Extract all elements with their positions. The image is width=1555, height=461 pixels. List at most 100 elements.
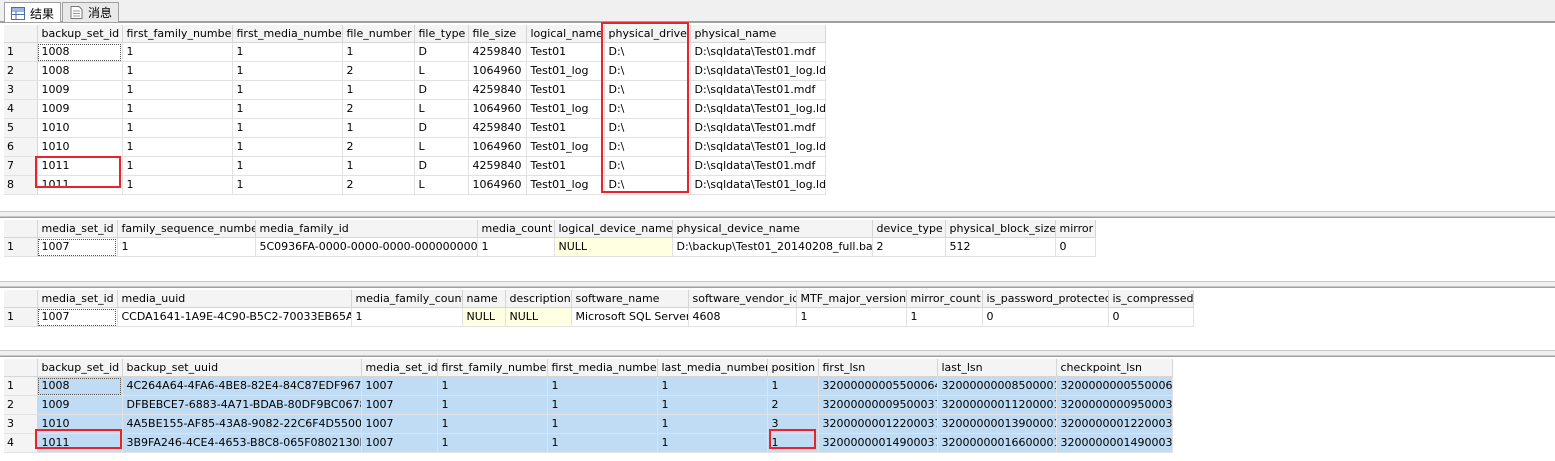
grid-cell[interactable]: 1 — [122, 175, 233, 195]
grid-cell[interactable]: 1 — [232, 61, 343, 81]
grid-cell[interactable]: 32000000009500037 — [818, 395, 938, 415]
grid-cell[interactable]: 1064960 — [468, 137, 527, 157]
column-header-first-family-number[interactable]: first_family_number — [122, 25, 233, 43]
table-row[interactable]: 1 1008 4C264A64-4FA6-4BE8-82E4-84C87EDF967… — [4, 376, 1173, 396]
grid-cell[interactable]: D:\ — [604, 156, 691, 176]
grid-cell[interactable]: D:\sqldata\Test01_log.ldf — [690, 137, 826, 157]
grid-cell[interactable]: 1 — [437, 376, 548, 396]
grid-cell[interactable]: 1 — [342, 118, 415, 138]
grid-cell[interactable]: 1 — [547, 414, 658, 434]
grid-cell[interactable]: 1010 — [37, 137, 123, 157]
grid-cell[interactable]: 2 — [342, 61, 415, 81]
grid-cell[interactable]: D:\backup\Test01_20140208_full.bak — [672, 237, 873, 257]
grid-mediafamily[interactable]: media_set_id family_sequence_number media_… — [4, 220, 1096, 257]
grid-cell[interactable]: 1 — [437, 433, 548, 453]
grid-cell[interactable]: 1 — [767, 433, 819, 453]
grid-cell[interactable]: 1007 — [361, 433, 438, 453]
table-row[interactable]: 5 1010 1 1 1 D 4259840 Test01 D:\ D:\sqldata\Test… — [4, 118, 826, 138]
grid-cell[interactable]: CCDA1641-1A9E-4C90-B5C2-70033EB65ABF — [117, 307, 352, 327]
column-header-file-size[interactable]: file_size — [468, 25, 527, 43]
grid-cell[interactable]: L — [414, 137, 469, 157]
grid-cell[interactable]: NULL — [462, 307, 506, 327]
column-header-media-set-id[interactable]: media_set_id — [37, 290, 118, 308]
grid-cell[interactable]: 1007 — [361, 414, 438, 434]
row-number[interactable]: 3 — [4, 80, 38, 100]
grid-cell[interactable]: Test01 — [526, 80, 605, 100]
row-number[interactable]: 5 — [4, 118, 38, 138]
table-row[interactable]: 4 1011 3B9FA246-4CE4-4653-B8C8-065F0802130… — [4, 433, 1173, 453]
grid-cell[interactable]: 5C0936FA-0000-0000-0000-000000000000 — [255, 237, 478, 257]
grid-backupfile[interactable]: backup_set_id first_family_number first_me… — [4, 25, 826, 195]
column-header-backup-set-id[interactable]: backup_set_id — [37, 359, 123, 377]
grid-cell[interactable]: 1 — [232, 137, 343, 157]
grid-cell[interactable]: 2 — [872, 237, 946, 257]
grid-cell[interactable]: 32000000011200001 — [937, 395, 1057, 415]
tab-results[interactable]: 结果 — [4, 2, 62, 23]
grid-cell[interactable]: 1008 — [37, 42, 123, 62]
grid-cell[interactable]: 1 — [232, 42, 343, 62]
grid-cell[interactable]: Microsoft SQL Server — [571, 307, 689, 327]
grid-cell[interactable]: D:\sqldata\Test01.mdf — [690, 118, 826, 138]
grid-cell[interactable]: D:\sqldata\Test01.mdf — [690, 156, 826, 176]
grid-cell[interactable]: 1 — [122, 99, 233, 119]
table-row[interactable]: 1 1007 1 5C0936FA-0000-0000-0000-0000000000… — [4, 237, 1096, 257]
grid-cell[interactable]: 1008 — [37, 376, 123, 396]
grid-cell[interactable]: 1007 — [361, 395, 438, 415]
grid-cell[interactable]: Test01 — [526, 118, 605, 138]
tab-messages[interactable]: 消息 — [62, 2, 120, 22]
grid-cell[interactable]: 1064960 — [468, 99, 527, 119]
grid-cell[interactable]: D:\sqldata\Test01.mdf — [690, 80, 826, 100]
grid-cell[interactable]: 4608 — [688, 307, 797, 327]
grid-cell[interactable]: 2 — [342, 99, 415, 119]
grid-cell[interactable]: D — [414, 118, 469, 138]
grid-cell[interactable]: DFBEBCE7-6883-4A71-BDAB-80DF9BC0678D — [122, 395, 362, 415]
grid-cell[interactable]: 3B9FA246-4CE4-4653-B8C8-065F0802130F — [122, 433, 362, 453]
column-header-media-family-id[interactable]: media_family_id — [255, 220, 478, 238]
grid-cell[interactable]: 1 — [767, 376, 819, 396]
grid-cell[interactable]: 4259840 — [468, 156, 527, 176]
grid-cell[interactable]: 1 — [342, 80, 415, 100]
grid-cell[interactable]: 4259840 — [468, 80, 527, 100]
table-row[interactable]: 8 1011 1 1 2 L 1064960 Test01_log D:\ D:\sqldata\… — [4, 175, 826, 195]
column-header-mirror[interactable]: mirror — [1055, 220, 1096, 238]
grid-cell[interactable]: 1011 — [37, 433, 123, 453]
grid-cell[interactable]: 1 — [437, 395, 548, 415]
row-number[interactable]: 4 — [4, 99, 38, 119]
grid-cell[interactable]: D:\ — [604, 80, 691, 100]
column-header-backup-set-id[interactable]: backup_set_id — [37, 25, 123, 43]
column-header-name[interactable]: name — [462, 290, 506, 308]
grid-cell[interactable]: Test01 — [526, 156, 605, 176]
column-header-is-password-protected[interactable]: is_password_protected — [982, 290, 1109, 308]
column-header-physical-name[interactable]: physical_name — [690, 25, 826, 43]
row-number[interactable]: 2 — [4, 61, 38, 81]
grid-cell[interactable]: 32000000012200037 — [1056, 414, 1173, 434]
row-number[interactable]: 3 — [4, 414, 38, 434]
grid-cell[interactable]: 32000000013900001 — [937, 414, 1057, 434]
grid-cell[interactable]: 1 — [232, 80, 343, 100]
table-row[interactable]: 1 1007 CCDA1641-1A9E-4C90-B5C2-70033EB65AB… — [4, 307, 1194, 327]
grid-cell[interactable]: D:\ — [604, 42, 691, 62]
grid-cell[interactable]: D:\sqldata\Test01.mdf — [690, 42, 826, 62]
column-header-software-name[interactable]: software_name — [571, 290, 689, 308]
grid-cell[interactable]: 1 — [547, 433, 658, 453]
grid-cell[interactable]: 1 — [122, 42, 233, 62]
table-row[interactable]: 7 1011 1 1 1 D 4259840 Test01 D:\ D:\sqldata\Test… — [4, 156, 826, 176]
grid-cell[interactable]: 1 — [122, 61, 233, 81]
grid-cell[interactable]: D:\sqldata\Test01_log.ldf — [690, 99, 826, 119]
table-row[interactable]: 4 1009 1 1 2 L 1064960 Test01_log D:\ D:\sqldata\… — [4, 99, 826, 119]
row-number[interactable]: 4 — [4, 433, 38, 453]
row-number[interactable]: 1 — [4, 42, 38, 62]
grid-cell[interactable]: Test01 — [526, 42, 605, 62]
column-header-media-set-id[interactable]: media_set_id — [37, 220, 118, 238]
grid-cell[interactable]: D — [414, 156, 469, 176]
grid-cell[interactable]: 2 — [342, 175, 415, 195]
grid-cell[interactable]: 1 — [122, 80, 233, 100]
column-header-last-media-number[interactable]: last_media_number — [657, 359, 768, 377]
grid-cell[interactable]: 1064960 — [468, 61, 527, 81]
grid-cell[interactable]: 32000000014900037 — [818, 433, 938, 453]
grid-cell[interactable]: 2 — [342, 137, 415, 157]
grid-cell[interactable]: Test01_log — [526, 137, 605, 157]
column-header-media-count[interactable]: media_count — [477, 220, 555, 238]
column-header-backup-set-uuid[interactable]: backup_set_uuid — [122, 359, 362, 377]
grid-cell[interactable]: 1010 — [37, 414, 123, 434]
